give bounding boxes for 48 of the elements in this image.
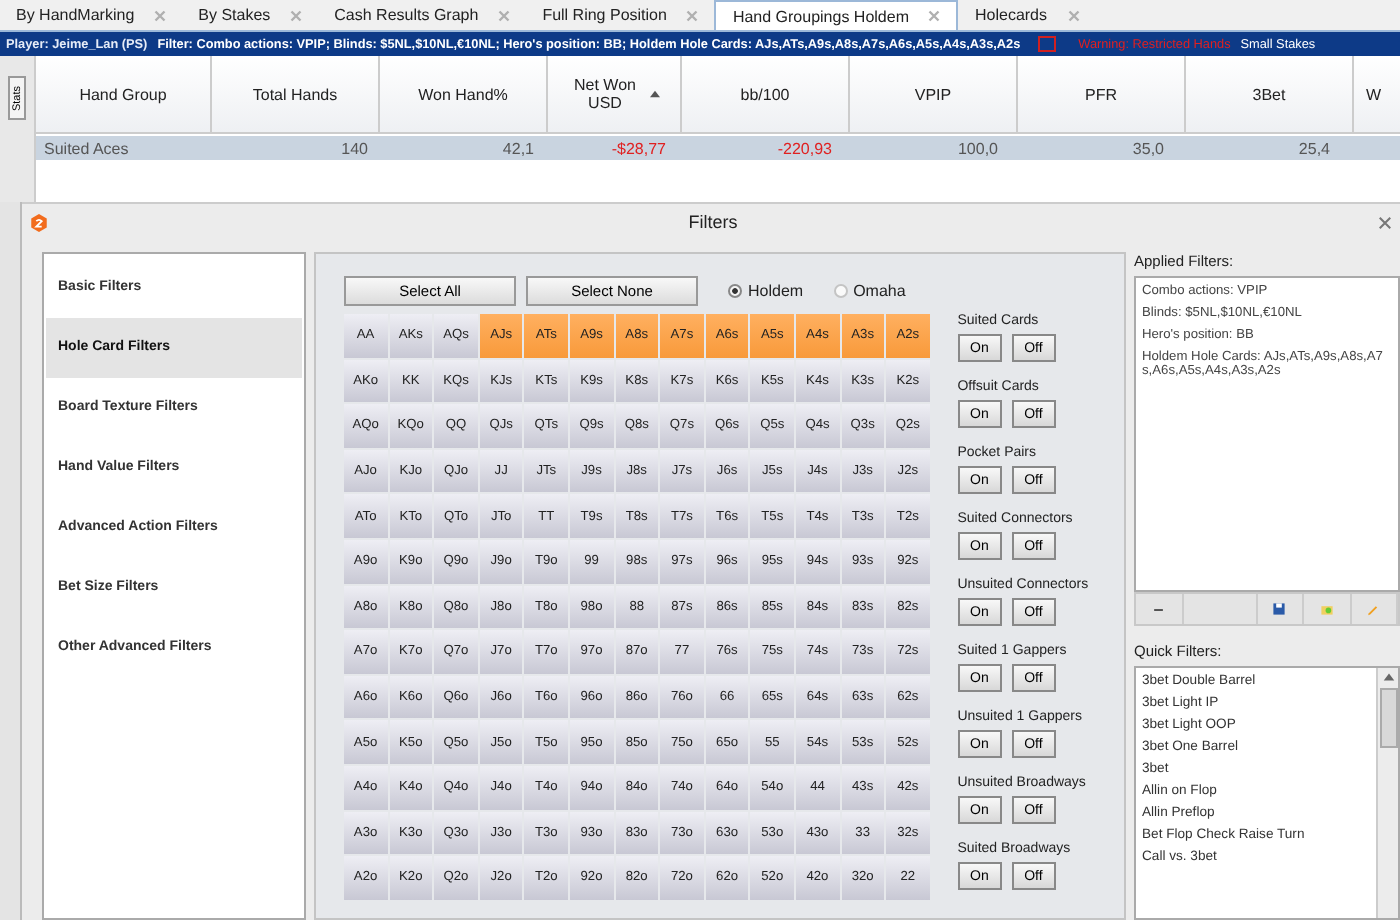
scroll-up-icon[interactable]	[1381, 670, 1395, 684]
column-header[interactable]: 3Bet	[1186, 56, 1354, 132]
radio-icon[interactable]	[728, 283, 742, 297]
warning-checkbox[interactable]	[1038, 36, 1057, 52]
tab[interactable]: Hand Groupings Holdem	[714, 0, 959, 30]
column-header[interactable]: W	[1354, 56, 1400, 132]
column-header[interactable]: bb/100	[682, 56, 850, 132]
pencil-icon	[1366, 602, 1381, 616]
table-cell-text: 140	[339, 139, 370, 157]
table-row[interactable]: Suited Aces 140 42,1 -$28,77 -220,93 100,0 35,0 25,4	[36, 136, 1400, 160]
table-cell-text: 25,4	[1296, 139, 1332, 157]
save-icon	[1272, 602, 1287, 616]
tab[interactable]: By Stakes	[182, 0, 319, 30]
column-header[interactable]: Won Hand%	[380, 56, 548, 132]
logo-icon	[30, 213, 48, 231]
folder-add-icon	[1319, 602, 1334, 616]
radio-icon[interactable]	[833, 283, 848, 297]
close-icon[interactable]	[154, 9, 167, 21]
radio-option[interactable]: Omaha	[833, 281, 906, 299]
column-header[interactable]: Total Hands	[212, 56, 380, 132]
close-icon[interactable]	[1067, 9, 1079, 21]
table-cell-text: Suited Aces	[42, 139, 131, 157]
column-header[interactable]: Net Won USD	[548, 56, 682, 132]
table-cell-text: -$28,77	[609, 139, 668, 157]
column-header[interactable]: Hand Group	[36, 56, 212, 132]
column-header[interactable]: PFR	[1018, 56, 1186, 132]
close-icon[interactable]	[686, 9, 699, 21]
table-cell-text: 100,0	[955, 139, 1000, 157]
close-icon[interactable]	[498, 9, 511, 21]
tab[interactable]: Full Ring Position	[526, 0, 715, 30]
table-cell-text: -220,93	[775, 139, 834, 157]
scroll-thumb[interactable]	[1379, 688, 1397, 748]
remove-button[interactable]: −	[1136, 594, 1183, 624]
save-button[interactable]	[1257, 594, 1304, 624]
table-cell-text: 42,1	[500, 139, 536, 157]
close-icon[interactable]	[928, 10, 941, 22]
sort-caret-icon	[649, 90, 659, 98]
radio-option[interactable]: Holdem	[728, 281, 804, 299]
tab[interactable]: By HandMarking	[0, 0, 183, 30]
close-icon[interactable]	[1378, 215, 1392, 229]
edit-button[interactable]	[1351, 594, 1398, 624]
tab[interactable]: Holecards	[958, 0, 1095, 30]
close-icon[interactable]	[290, 9, 303, 21]
dialog-title: Filters	[686, 212, 740, 232]
scrollbar[interactable]	[1376, 668, 1398, 918]
table-cell-text: 35,0	[1130, 139, 1166, 157]
tab[interactable]: Cash Results Graph	[318, 0, 527, 30]
column-header[interactable]: VPIP	[850, 56, 1018, 132]
